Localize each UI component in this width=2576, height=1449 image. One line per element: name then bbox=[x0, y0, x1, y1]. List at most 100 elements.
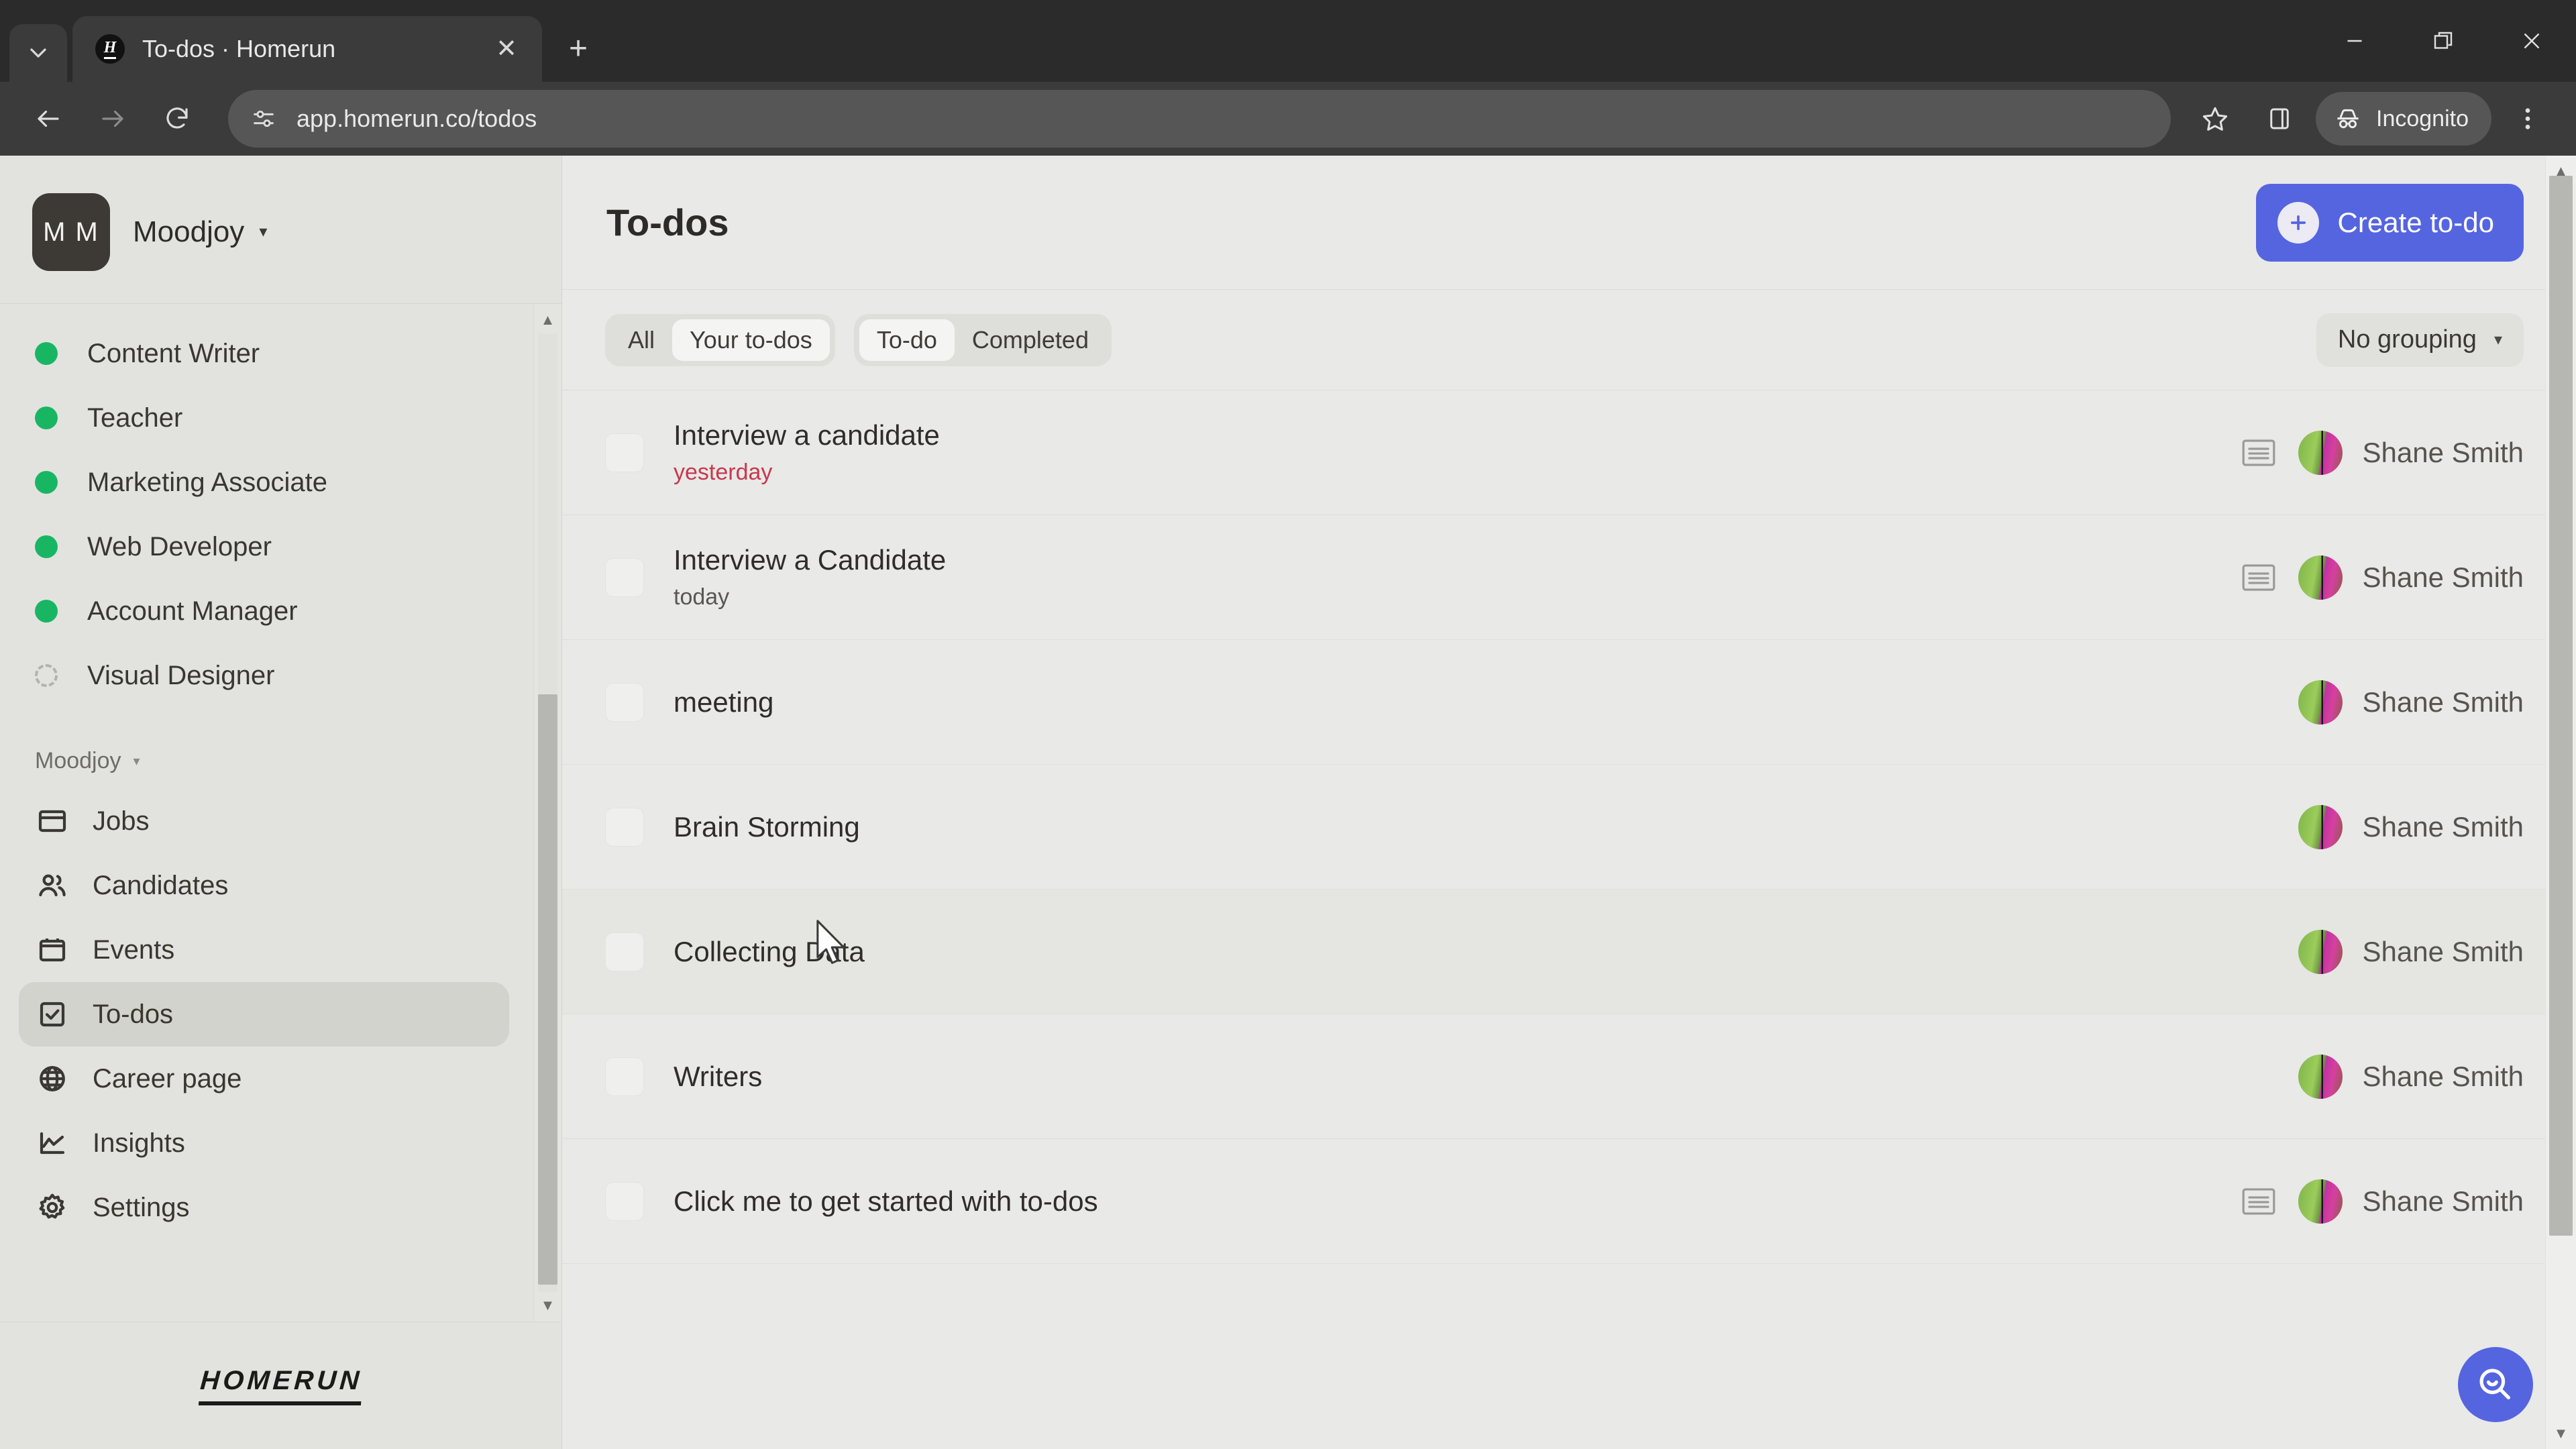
minimize-button[interactable] bbox=[2310, 0, 2399, 82]
todo-checkbox[interactable] bbox=[605, 682, 644, 722]
table-row[interactable]: Writers Shane Smith bbox=[562, 1014, 2576, 1139]
scope-filter-group: All Your to-dos bbox=[605, 313, 835, 366]
sidebar-job-item[interactable]: Web Developer bbox=[0, 515, 533, 579]
close-tab-icon[interactable]: ✕ bbox=[488, 31, 525, 67]
sidebar-job-item[interactable]: Content Writer bbox=[0, 321, 533, 386]
incognito-indicator[interactable]: Incognito bbox=[2316, 92, 2491, 146]
todo-main: Interview a Candidate today bbox=[674, 544, 2239, 610]
todo-checkbox[interactable] bbox=[605, 1181, 644, 1221]
sidebar-item-insights[interactable]: Insights bbox=[19, 1111, 509, 1175]
todo-checkbox[interactable] bbox=[605, 932, 644, 971]
minimize-icon bbox=[2347, 40, 2362, 42]
browser-tab[interactable]: H To-dos · Homerun ✕ bbox=[72, 16, 542, 82]
org-switcher[interactable]: M M Moodjoy ▾ bbox=[0, 156, 561, 303]
sidebar-item-settings[interactable]: Settings bbox=[19, 1175, 509, 1240]
maximize-button[interactable] bbox=[2399, 0, 2487, 82]
window-controls bbox=[2310, 0, 2576, 82]
job-status-dot bbox=[35, 471, 58, 494]
job-status-dot bbox=[35, 535, 58, 558]
grouping-dropdown[interactable]: No grouping ▾ bbox=[2316, 313, 2524, 367]
note-icon[interactable] bbox=[2239, 558, 2278, 597]
filter-your-todos[interactable]: Your to-dos bbox=[672, 319, 830, 361]
assignee[interactable]: Shane Smith bbox=[2298, 430, 2524, 475]
filter-completed[interactable]: Completed bbox=[955, 319, 1106, 361]
toolbar-actions: Incognito bbox=[2183, 87, 2560, 151]
main-scrollbar[interactable]: ▲ ▼ bbox=[2545, 156, 2576, 1449]
bookmark-button[interactable] bbox=[2183, 87, 2247, 151]
browser-window: H To-dos · Homerun ✕ + app.homerun.co/to… bbox=[0, 0, 2576, 1449]
assignee[interactable]: Shane Smith bbox=[2298, 929, 2524, 974]
job-label: Account Manager bbox=[87, 596, 298, 626]
sidebar-item-label: Events bbox=[93, 934, 175, 965]
todo-checkbox[interactable] bbox=[605, 433, 644, 472]
sidebar-footer: HOMERUN bbox=[0, 1322, 561, 1449]
org-avatar: M M bbox=[32, 193, 110, 271]
search-fab-button[interactable] bbox=[2458, 1347, 2533, 1422]
sidebar-section-header[interactable]: Moodjoy ▾ bbox=[0, 722, 533, 789]
chevron-down-icon: ▾ bbox=[259, 223, 268, 241]
todo-checkbox[interactable] bbox=[605, 1057, 644, 1096]
sidebar-job-item[interactable]: Teacher bbox=[0, 386, 533, 450]
todo-main: Brain Storming bbox=[674, 811, 2239, 843]
sidebar-job-item[interactable]: Account Manager bbox=[0, 579, 533, 643]
side-panel-button[interactable] bbox=[2247, 87, 2312, 151]
sidebar-item-label: Settings bbox=[93, 1192, 190, 1222]
todo-title: Interview a candidate bbox=[674, 419, 940, 451]
todo-checkbox[interactable] bbox=[605, 807, 644, 847]
todo-checkbox[interactable] bbox=[605, 557, 644, 597]
sidebar-item-events[interactable]: Events bbox=[19, 918, 509, 982]
sidebar-scrollbar-thumb[interactable] bbox=[538, 694, 557, 1285]
org-name: Moodjoy bbox=[133, 215, 245, 248]
table-row[interactable]: Interview a candidate yesterday Shane Sm… bbox=[562, 390, 2576, 515]
sidebar-item-to-dos[interactable]: To-dos bbox=[19, 982, 509, 1046]
sidebar-job-item[interactable]: Visual Designer bbox=[0, 643, 533, 708]
table-row[interactable]: Collecting Data Shane Smith bbox=[562, 890, 2576, 1014]
back-button[interactable] bbox=[16, 87, 80, 151]
assignee[interactable]: Shane Smith bbox=[2298, 1179, 2524, 1224]
line-chart-icon bbox=[35, 1126, 70, 1161]
plus-icon bbox=[2277, 201, 2319, 244]
table-row[interactable]: Click me to get started with to-dos Shan… bbox=[562, 1139, 2576, 1264]
sidebar-item-career-page[interactable]: Career page bbox=[19, 1046, 509, 1111]
note-icon-placeholder bbox=[2239, 683, 2278, 722]
table-row[interactable]: meeting Shane Smith bbox=[562, 640, 2576, 765]
table-row[interactable]: Brain Storming Shane Smith bbox=[562, 765, 2576, 890]
tab-search-button[interactable] bbox=[9, 24, 67, 82]
forward-button[interactable] bbox=[80, 87, 145, 151]
table-row[interactable]: Interview a Candidate today Shane Smith bbox=[562, 515, 2576, 640]
reload-button[interactable] bbox=[145, 87, 209, 151]
browser-menu-button[interactable] bbox=[2496, 87, 2560, 151]
filter-to-do[interactable]: To-do bbox=[859, 319, 955, 361]
address-bar[interactable]: app.homerun.co/todos bbox=[228, 90, 2171, 148]
site-settings-icon[interactable] bbox=[248, 103, 279, 134]
filter-bar: All Your to-dos To-do Completed No group… bbox=[562, 290, 2576, 390]
main-scrollbar-thumb[interactable] bbox=[2549, 176, 2573, 1236]
job-label: Web Developer bbox=[87, 531, 272, 561]
url-text[interactable]: app.homerun.co/todos bbox=[297, 105, 537, 133]
note-icon[interactable] bbox=[2239, 1182, 2278, 1221]
sidebar-scrollbar[interactable]: ▲ ▼ bbox=[533, 304, 561, 1322]
assignee[interactable]: Shane Smith bbox=[2298, 804, 2524, 849]
todo-title: Collecting Data bbox=[674, 935, 865, 967]
job-status-dot bbox=[35, 342, 58, 365]
sidebar-item-jobs[interactable]: Jobs bbox=[19, 789, 509, 853]
scroll-down-icon[interactable]: ▼ bbox=[534, 1292, 561, 1319]
scroll-down-icon[interactable]: ▼ bbox=[2546, 1419, 2576, 1448]
new-tab-button[interactable]: + bbox=[551, 21, 605, 75]
create-todo-button[interactable]: Create to-do bbox=[2255, 183, 2524, 262]
sidebar-item-label: Career page bbox=[93, 1063, 242, 1093]
favicon-letter: H bbox=[103, 40, 117, 59]
assignee[interactable]: Shane Smith bbox=[2298, 1054, 2524, 1099]
scroll-up-icon[interactable]: ▲ bbox=[534, 307, 561, 333]
note-icon[interactable] bbox=[2239, 433, 2278, 472]
sidebar-job-item[interactable]: Marketing Associate bbox=[0, 450, 533, 515]
sidebar-item-candidates[interactable]: Candidates bbox=[19, 853, 509, 918]
filter-all[interactable]: All bbox=[610, 319, 672, 361]
assignee-name: Shane Smith bbox=[2362, 1060, 2524, 1092]
assignee[interactable]: Shane Smith bbox=[2298, 555, 2524, 600]
assignee-name: Shane Smith bbox=[2362, 810, 2524, 843]
close-window-button[interactable] bbox=[2487, 0, 2576, 82]
avatar bbox=[2298, 929, 2343, 974]
avatar bbox=[2298, 804, 2343, 849]
assignee[interactable]: Shane Smith bbox=[2298, 680, 2524, 724]
